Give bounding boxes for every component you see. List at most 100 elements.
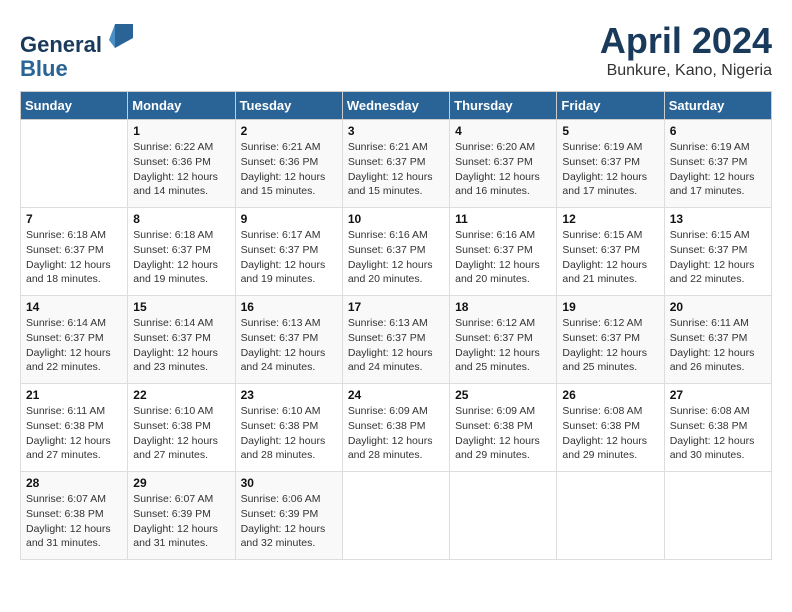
calendar-cell: 4Sunrise: 6:20 AMSunset: 6:37 PMDaylight… [450,120,557,208]
day-info: Sunrise: 6:07 AMSunset: 6:39 PMDaylight:… [133,492,229,551]
day-number: 13 [670,212,766,226]
header-day-thursday: Thursday [450,92,557,120]
day-number: 17 [348,300,444,314]
header-day-wednesday: Wednesday [342,92,449,120]
day-number: 18 [455,300,551,314]
day-number: 9 [241,212,337,226]
calendar-cell: 26 Sunrise: 6:08 AMSunset: 6:38 PMDayligh… [557,384,664,472]
header-day-saturday: Saturday [664,92,771,120]
day-info: Sunrise: 6:14 AMSunset: 6:37 PMDaylight:… [133,316,229,375]
day-number: 22 [133,388,229,402]
day-number: 7 [26,212,122,226]
day-number: 21 [26,388,122,402]
day-info: Sunrise: 6:08 AMSunset: 6:38 PMDaylight:… [562,404,658,463]
day-number: 12 [562,212,658,226]
month-title: April 2024 [600,20,772,62]
calendar-header-row: SundayMondayTuesdayWednesdayThursdayFrid… [21,92,772,120]
calendar-cell: 5 Sunrise: 6:19 AMSunset: 6:37 PMDaylight… [557,120,664,208]
day-info: Sunrise: 6:22 AMSunset: 6:36 PMDaylight:… [133,140,229,199]
day-info: Sunrise: 6:15 AMSunset: 6:37 PMDaylight:… [670,228,766,287]
calendar-table: SundayMondayTuesdayWednesdayThursdayFrid… [20,91,772,560]
calendar-cell: 22Sunrise: 6:10 AMSunset: 6:38 PMDayligh… [128,384,235,472]
day-info: Sunrise: 6:13 AMSunset: 6:37 PMDaylight:… [241,316,337,375]
calendar-cell: 14 Sunrise: 6:14 AMSunset: 6:37 PMDayligh… [21,296,128,384]
calendar-cell: 6 Sunrise: 6:19 AMSunset: 6:37 PMDaylight… [664,120,771,208]
day-number: 2 [241,124,337,138]
day-info: Sunrise: 6:06 AMSunset: 6:39 PMDaylight:… [241,492,337,551]
day-number: 26 [562,388,658,402]
day-number: 6 [670,124,766,138]
page-header: General Blue April 2024 Bunkure, Kano, N… [20,20,772,81]
day-info: Sunrise: 6:21 AMSunset: 6:37 PMDaylight:… [348,140,444,199]
day-info: Sunrise: 6:19 AMSunset: 6:37 PMDaylight:… [670,140,766,199]
calendar-cell: 29 Sunrise: 6:07 AMSunset: 6:39 PMDayligh… [128,472,235,560]
calendar-cell: 28 Sunrise: 6:07 AMSunset: 6:38 PMDayligh… [21,472,128,560]
day-info: Sunrise: 6:13 AMSunset: 6:37 PMDaylight:… [348,316,444,375]
day-info: Sunrise: 6:11 AMSunset: 6:37 PMDaylight:… [670,316,766,375]
day-number: 28 [26,476,122,490]
location-title: Bunkure, Kano, Nigeria [600,62,772,80]
title-area: April 2024 Bunkure, Kano, Nigeria [600,20,772,80]
week-row-5: 28 Sunrise: 6:07 AMSunset: 6:38 PMDayligh… [21,472,772,560]
calendar-cell: 12 Sunrise: 6:15 AMSunset: 6:37 PMDayligh… [557,208,664,296]
day-number: 8 [133,212,229,226]
calendar-cell: 3 Sunrise: 6:21 AMSunset: 6:37 PMDaylight… [342,120,449,208]
calendar-cell: 2Sunrise: 6:21 AMSunset: 6:36 PMDaylight… [235,120,342,208]
day-info: Sunrise: 6:18 AMSunset: 6:37 PMDaylight:… [133,228,229,287]
calendar-cell: 15 Sunrise: 6:14 AMSunset: 6:37 PMDayligh… [128,296,235,384]
calendar-cell: 24 Sunrise: 6:09 AMSunset: 6:38 PMDayligh… [342,384,449,472]
day-info: Sunrise: 6:08 AMSunset: 6:38 PMDaylight:… [670,404,766,463]
day-number: 24 [348,388,444,402]
day-info: Sunrise: 6:15 AMSunset: 6:37 PMDaylight:… [562,228,658,287]
header-day-sunday: Sunday [21,92,128,120]
calendar-cell: 19Sunrise: 6:12 AMSunset: 6:37 PMDayligh… [557,296,664,384]
header-day-tuesday: Tuesday [235,92,342,120]
day-number: 25 [455,388,551,402]
calendar-cell: 8 Sunrise: 6:18 AMSunset: 6:37 PMDaylight… [128,208,235,296]
day-info: Sunrise: 6:12 AMSunset: 6:37 PMDaylight:… [455,316,551,375]
logo: General Blue [20,20,137,81]
day-number: 3 [348,124,444,138]
calendar-cell: 1 Sunrise: 6:22 AMSunset: 6:36 PMDaylight… [128,120,235,208]
day-number: 15 [133,300,229,314]
calendar-cell: 17 Sunrise: 6:13 AMSunset: 6:37 PMDayligh… [342,296,449,384]
day-number: 23 [241,388,337,402]
calendar-cell: 23 Sunrise: 6:10 AMSunset: 6:38 PMDayligh… [235,384,342,472]
calendar-cell [664,472,771,560]
week-row-1: 1 Sunrise: 6:22 AMSunset: 6:36 PMDaylight… [21,120,772,208]
calendar-cell [450,472,557,560]
calendar-cell: 9 Sunrise: 6:17 AMSunset: 6:37 PMDaylight… [235,208,342,296]
day-number: 14 [26,300,122,314]
week-row-3: 14 Sunrise: 6:14 AMSunset: 6:37 PMDayligh… [21,296,772,384]
week-row-2: 7 Sunrise: 6:18 AMSunset: 6:37 PMDaylight… [21,208,772,296]
day-number: 16 [241,300,337,314]
day-info: Sunrise: 6:10 AMSunset: 6:38 PMDaylight:… [241,404,337,463]
logo-icon [105,20,137,52]
day-info: Sunrise: 6:17 AMSunset: 6:37 PMDaylight:… [241,228,337,287]
calendar-cell: 21 Sunrise: 6:11 AMSunset: 6:38 PMDayligh… [21,384,128,472]
day-info: Sunrise: 6:07 AMSunset: 6:38 PMDaylight:… [26,492,122,551]
day-info: Sunrise: 6:11 AMSunset: 6:38 PMDaylight:… [26,404,122,463]
calendar-cell: 27Sunrise: 6:08 AMSunset: 6:38 PMDayligh… [664,384,771,472]
day-info: Sunrise: 6:16 AMSunset: 6:37 PMDaylight:… [348,228,444,287]
day-number: 1 [133,124,229,138]
day-info: Sunrise: 6:09 AMSunset: 6:38 PMDaylight:… [348,404,444,463]
day-info: Sunrise: 6:20 AMSunset: 6:37 PMDaylight:… [455,140,551,199]
calendar-cell: 25 Sunrise: 6:09 AMSunset: 6:38 PMDayligh… [450,384,557,472]
header-day-friday: Friday [557,92,664,120]
calendar-cell: 10Sunrise: 6:16 AMSunset: 6:37 PMDayligh… [342,208,449,296]
calendar-cell: 20 Sunrise: 6:11 AMSunset: 6:37 PMDayligh… [664,296,771,384]
day-info: Sunrise: 6:09 AMSunset: 6:38 PMDaylight:… [455,404,551,463]
day-number: 29 [133,476,229,490]
day-info: Sunrise: 6:19 AMSunset: 6:37 PMDaylight:… [562,140,658,199]
calendar-cell: 11Sunrise: 6:16 AMSunset: 6:37 PMDayligh… [450,208,557,296]
day-number: 19 [562,300,658,314]
calendar-cell [21,120,128,208]
day-number: 5 [562,124,658,138]
header-day-monday: Monday [128,92,235,120]
day-info: Sunrise: 6:14 AMSunset: 6:37 PMDaylight:… [26,316,122,375]
calendar-cell: 7Sunrise: 6:18 AMSunset: 6:37 PMDaylight… [21,208,128,296]
day-number: 11 [455,212,551,226]
day-number: 20 [670,300,766,314]
calendar-cell: 18 Sunrise: 6:12 AMSunset: 6:37 PMDayligh… [450,296,557,384]
